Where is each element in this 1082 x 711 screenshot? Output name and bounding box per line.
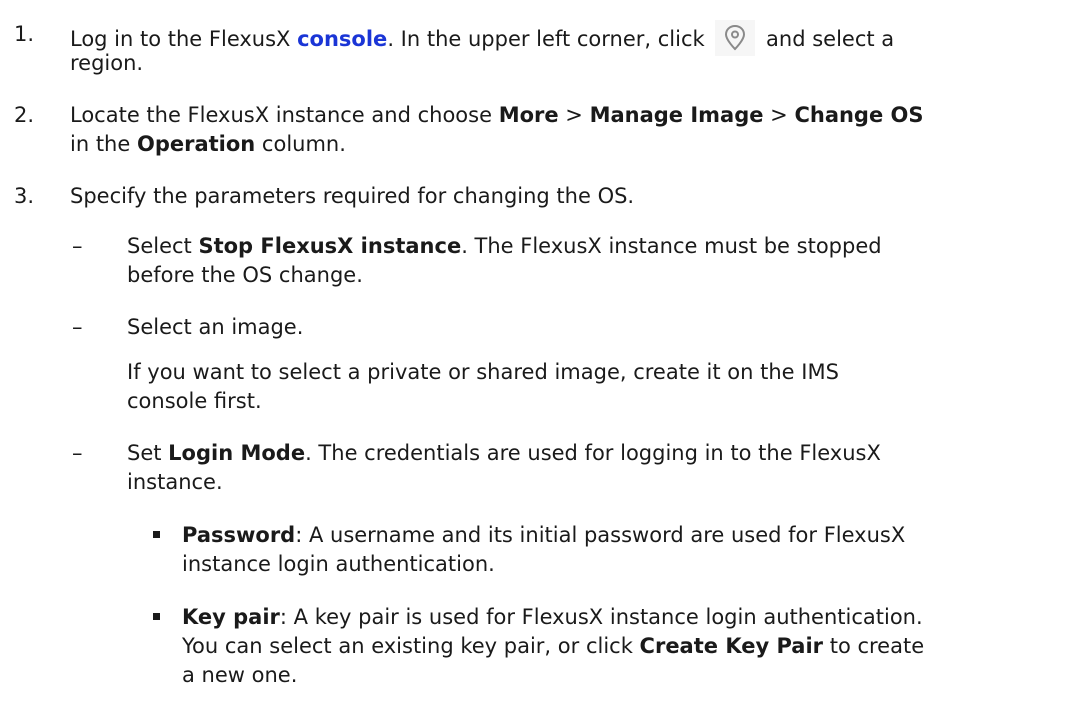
sub-3-line-2: instance.	[127, 470, 223, 494]
bullet-2-line-1: Key pair: A key pair is used for FlexusX…	[182, 605, 923, 629]
sub-2-line-1: Select an image.	[127, 315, 304, 339]
sub-2-para-line-1: If you want to select a private or share…	[127, 360, 839, 384]
step-1-line-1: Log in to the FlexusX console. In the up…	[70, 20, 894, 56]
dash-marker: –	[72, 441, 83, 465]
step-number: 2.	[14, 103, 35, 127]
step-2-line-1: Locate the FlexusX instance and choose M…	[70, 103, 924, 127]
sub-2-para-line-2: console first.	[127, 389, 262, 413]
square-bullet-icon	[153, 531, 160, 538]
dash-marker: –	[72, 315, 83, 339]
sub-3-line-1: Set Login Mode. The credentials are used…	[127, 441, 881, 465]
console-link[interactable]: console	[297, 27, 387, 51]
step-number: 1.	[14, 22, 35, 46]
location-pin-icon[interactable]	[715, 20, 756, 56]
dash-marker: –	[72, 234, 83, 258]
square-bullet-icon	[153, 613, 160, 620]
step-3-line-1: Specify the parameters required for chan…	[70, 184, 635, 208]
sub-1-line-1: Select Stop FlexusX instance. The Flexus…	[127, 234, 882, 258]
sub-1-line-2: before the OS change.	[127, 263, 363, 287]
bullet-2-line-2: You can select an existing key pair, or …	[182, 634, 925, 658]
bullet-2-line-3: a new one.	[182, 663, 298, 687]
step-number: 3.	[14, 184, 35, 208]
bullet-1-line-2: instance login authentication.	[182, 552, 495, 576]
step-2-line-2: in the Operation column.	[70, 132, 346, 156]
step-1-line-2: region.	[70, 51, 144, 75]
bullet-1-line-1: Password: A username and its initial pas…	[182, 523, 906, 547]
